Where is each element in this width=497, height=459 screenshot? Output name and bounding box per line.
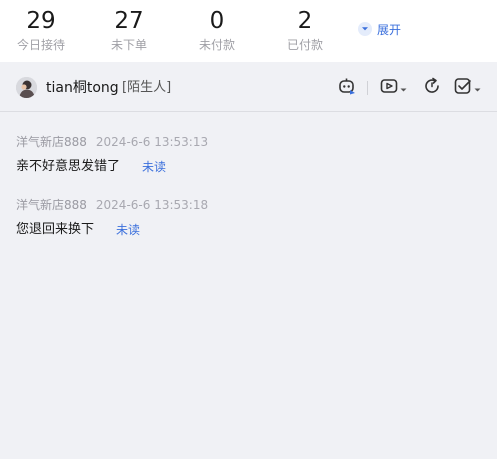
robot-assistant-button[interactable] — [337, 78, 357, 98]
stat-value: 27 — [114, 8, 144, 34]
chat-message: 洋气新店888 2024-6-6 13:53:13 亲不好意思发错了 未读 — [16, 134, 208, 176]
chat-user-name[interactable]: tian桐tong — [46, 78, 119, 98]
expand-button[interactable]: 展开 — [358, 20, 401, 38]
unread-status: 未读 — [142, 160, 167, 174]
stats-bar: 29 今日接待 27 未下单 0 未付款 2 已付款 展开 — [0, 0, 497, 62]
message-time: 2024-6-6 13:53:13 — [95, 135, 209, 149]
stat-paid[interactable]: 2 已付款 — [270, 6, 340, 54]
video-icon — [379, 76, 399, 100]
refresh-button[interactable] — [422, 76, 442, 100]
expand-label: 展开 — [377, 22, 402, 37]
stat-today-received[interactable]: 29 今日接待 — [6, 6, 76, 54]
toolbar-divider — [367, 81, 368, 95]
stat-value: 29 — [26, 8, 56, 34]
message-sender: 洋气新店888 — [16, 135, 87, 149]
message-time: 2024-6-6 13:53:18 — [95, 198, 209, 212]
video-call-button[interactable] — [379, 78, 408, 98]
message-body: 您退回来换下 未读 — [16, 221, 208, 239]
message-text: 您退回来换下 — [16, 222, 95, 237]
avatar[interactable] — [16, 77, 37, 98]
stat-unpaid[interactable]: 0 未付款 — [182, 6, 252, 54]
stat-label: 已付款 — [286, 38, 323, 52]
chat-user-tag: [陌生人] — [122, 80, 172, 95]
stat-not-ordered[interactable]: 27 未下单 — [94, 6, 164, 54]
chevron-down-icon — [473, 79, 482, 98]
stat-label: 未下单 — [110, 38, 147, 52]
message-text: 亲不好意思发错了 — [16, 159, 121, 174]
stat-value: 0 — [209, 8, 225, 34]
task-check-button[interactable] — [453, 78, 482, 98]
stat-label: 未付款 — [198, 38, 235, 52]
unread-status: 未读 — [116, 223, 141, 237]
chat-message: 洋气新店888 2024-6-6 13:53:18 您退回来换下 未读 — [16, 197, 208, 239]
stat-label: 今日接待 — [16, 38, 65, 52]
chat-header: tian桐tong [陌生人] — [0, 64, 497, 112]
stat-value: 2 — [297, 8, 313, 34]
chevron-down-icon — [358, 22, 372, 36]
robot-icon — [337, 76, 357, 100]
message-sender: 洋气新店888 — [16, 198, 87, 212]
checkbox-icon — [453, 76, 473, 100]
message-body: 亲不好意思发错了 未读 — [16, 158, 208, 176]
chevron-down-icon — [399, 79, 408, 98]
message-meta: 洋气新店888 2024-6-6 13:53:18 — [16, 197, 208, 213]
message-meta: 洋气新店888 2024-6-6 13:53:13 — [16, 134, 208, 150]
refresh-icon — [422, 76, 442, 100]
